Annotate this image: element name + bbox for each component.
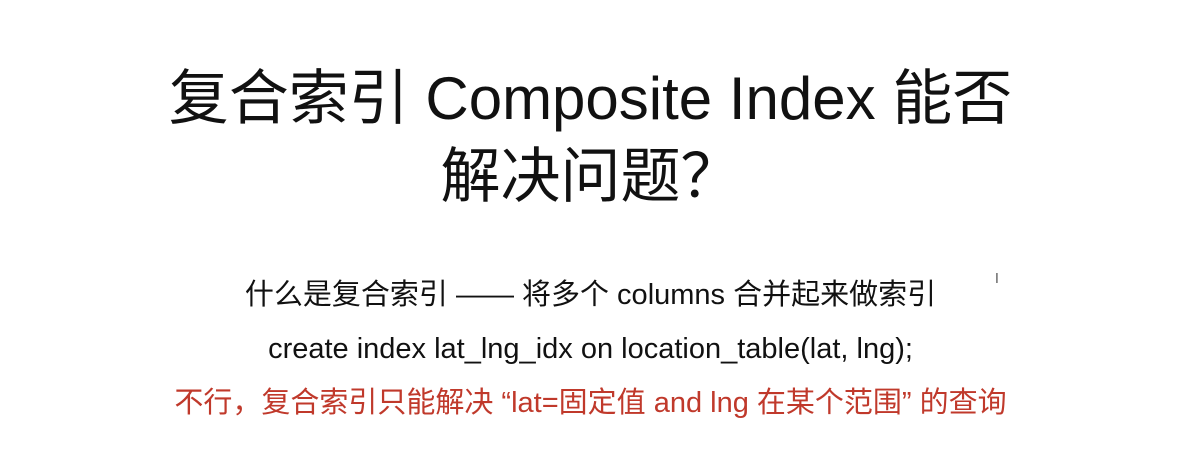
conclusion-line: 不行，复合索引只能解决 “lat=固定值 and lng 在某个范围” 的查询 <box>174 387 1007 419</box>
slide-body: 什么是复合索引 —— 将多个 columns 合并起来做索引 create in… <box>0 268 1181 430</box>
title-line-2: 解决问题？ <box>440 143 741 210</box>
slide-canvas: 复合索引 Composite Index 能否 解决问题？ 什么是复合索引 ——… <box>0 0 1181 455</box>
text-cursor-icon: I <box>995 272 999 287</box>
sql-example-line: create index lat_lng_idx on location_tab… <box>268 333 913 365</box>
definition-line: 什么是复合索引 —— 将多个 columns 合并起来做索引 <box>244 279 937 311</box>
title-line-1: 复合索引 Composite Index 能否 <box>168 65 1013 132</box>
slide-title: 复合索引 Composite Index 能否 解决问题？ <box>0 60 1181 216</box>
